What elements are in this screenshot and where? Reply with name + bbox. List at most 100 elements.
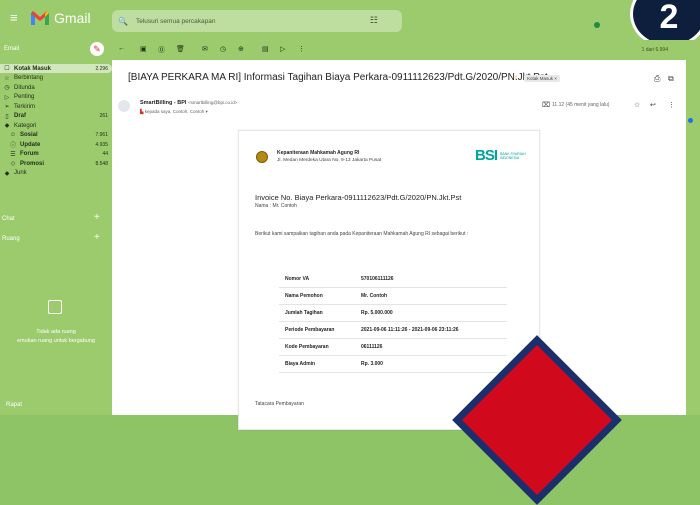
bsi-subtitle: BANK SYARIAH INDONESIA	[500, 151, 526, 160]
recipients-line[interactable]: ▙ kepada saya, Contoh, Contoh ▾	[140, 109, 208, 115]
send-icon: ➢	[4, 104, 10, 110]
more-icon[interactable]: ⋮	[668, 101, 675, 109]
step-number: 2	[659, 0, 679, 36]
invoice-row-value: Mr. Contoh	[361, 293, 388, 299]
sidebar-item[interactable]: ☐ Kotak Masuk 2.296	[0, 64, 112, 73]
search-input[interactable]	[135, 17, 356, 25]
payment-instructions-heading: Tatacara Pembayaran	[255, 401, 304, 407]
tasks-icon[interactable]	[688, 118, 693, 123]
social-icon: ☺	[9, 132, 17, 138]
sidebar-item-count: 2.296	[95, 65, 108, 72]
pencil-icon: ✎	[93, 44, 101, 54]
find-rooms-link[interactable]: emukan ruang untuk bergabung	[0, 337, 112, 346]
invoice-row-value: Rp. 5.000.000	[361, 310, 393, 316]
invoice-row-key: Nama Pemohon	[285, 293, 323, 299]
junk-icon: ◆	[4, 170, 10, 177]
invoice-row-value: 06111126	[361, 344, 383, 350]
invoice-row-key: Jumlah Tagihan	[285, 310, 323, 316]
top-bar: ≡ Gmail 🔍 ☷ 2	[0, 0, 700, 48]
sidebar-item[interactable]: ☆ Berbintang	[0, 74, 112, 83]
rooms-section-label: Ruang	[2, 236, 20, 242]
sidebar-item-count: 44	[102, 151, 108, 157]
sidebar-item[interactable]: ⓘ Update 4.935	[0, 140, 112, 150]
sender-name[interactable]: SmartBilling - BPI	[140, 100, 186, 106]
invoice-name: Nama : Mr. Contoh	[255, 203, 297, 209]
invoice-row: Nama Pemohon Mr. Contoh	[279, 288, 507, 305]
invoice-row: Biaya Admin Rp. 3.000	[279, 356, 507, 373]
sidebar-item-label: Kotak Masuk	[14, 65, 52, 72]
sidebar-item[interactable]: ◆ Kategori	[0, 121, 112, 130]
bsi-mark: BSI	[475, 147, 498, 164]
move-to-icon[interactable]: ▤	[262, 45, 269, 53]
add-task-icon[interactable]: ⊕	[238, 45, 244, 53]
org-address: Jl. Medan Merdeka Utara No. 9-13 Jakarta…	[277, 158, 382, 163]
sidebar-item[interactable]: ➢ Terkirim	[0, 102, 112, 111]
invoice-row: Kode Pembayaran 06111126	[279, 339, 507, 356]
sidebar-item[interactable]: ◇ Promosi 8.548	[0, 159, 112, 168]
clock-icon: ◷	[4, 85, 10, 91]
invoice-row-value: Rp. 3.000	[361, 361, 383, 367]
inbox-icon: ☐	[4, 66, 10, 72]
add-room-button[interactable]: +	[94, 232, 100, 243]
delete-icon[interactable]: 🗑	[176, 45, 185, 53]
invoice-title: Invoice No. Biaya Perkara-0911112623/Pdt…	[255, 193, 462, 202]
sidebar-item-label: Junk	[14, 170, 27, 176]
main-pane: ← ▣ ⓪ 🗑 ✉ ◷ ⊕ ▤ ▷ ⋮ 1 dari 6.994 [BIAYA …	[112, 40, 686, 430]
sender-line: SmartBilling - BPI <smartbilling@bpi.co.…	[140, 100, 237, 106]
sidebar-item[interactable]: ☰ Forum 44	[0, 150, 112, 159]
gmail-app: ≡ Gmail 🔍 ☷ 2 Email ✎ ☐ Kotak Masuk 2.296 ☆…	[0, 0, 700, 505]
chat-section-label: Chat	[2, 216, 15, 222]
sidebar-item-label: Penting	[14, 94, 35, 100]
star-icon[interactable]: ☆	[634, 101, 640, 109]
invoice-row: Jumlah Tagihan Rp. 5.000.000	[279, 305, 507, 322]
meet-section-label: Rapat	[6, 402, 23, 408]
sidebar-item[interactable]: ▷ Penting	[0, 93, 112, 102]
draft-icon: ▯	[5, 113, 9, 120]
archive-icon[interactable]: ▣	[140, 45, 147, 53]
org-name: Kepaniteraan Mahkamah Agung RI	[277, 150, 360, 156]
rooms-empty-text: Tidak ada ruang	[36, 329, 76, 335]
inbox-label-chip[interactable]: Kotak Masuk ×	[524, 75, 560, 82]
sidebar-item[interactable]: ◆ Junk	[0, 169, 112, 178]
rooms-empty-icon	[48, 300, 62, 314]
pager-text: 1 dari 6.994	[641, 47, 668, 53]
report-spam-icon[interactable]: ⓪	[158, 45, 165, 55]
invoice-row-key: Biaya Admin	[285, 361, 316, 367]
email-time: 11.12 (45 menit yang lalu)	[552, 102, 610, 108]
mark-unread-icon[interactable]: ✉	[202, 45, 208, 53]
sidebar-item-count: 8.548	[95, 160, 108, 167]
back-arrow-icon[interactable]: ←	[118, 45, 125, 52]
open-new-window-icon[interactable]: ⧉	[668, 74, 674, 84]
compose-button[interactable]: ✎	[90, 42, 104, 56]
more-options-icon[interactable]: ⋮	[298, 45, 305, 53]
search-bar[interactable]: 🔍 ☷	[112, 10, 402, 32]
print-icon[interactable]: ⎙	[654, 74, 660, 84]
sidebar-item[interactable]: ☺ Sosial 7.961	[0, 131, 112, 140]
label-icon[interactable]: ▷	[280, 45, 285, 53]
sidebar: Email ✎ ☐ Kotak Masuk 2.296 ☆ Berbintang ◷ Dit…	[0, 40, 112, 415]
gmail-m-icon	[31, 11, 49, 25]
sidebar-item-label: Kategori	[14, 122, 37, 129]
sidebar-item-label: Sosial	[20, 132, 38, 138]
recipients-text: kepada saya, Contoh, Contoh ▾	[144, 109, 208, 114]
add-chat-button[interactable]: +	[94, 212, 100, 223]
star-icon: ☆	[4, 75, 10, 82]
sidebar-item[interactable]: ▯ Draf 261	[0, 112, 112, 121]
reply-icon[interactable]: ↩	[650, 101, 656, 109]
sidebar-item[interactable]: ◷ Ditunda	[0, 83, 112, 92]
info-icon: ⓘ	[9, 143, 16, 149]
search-icon[interactable]: 🔍	[118, 17, 128, 26]
important-marker-icon[interactable]: »	[514, 74, 518, 81]
gmail-logo[interactable]: Gmail	[30, 10, 91, 26]
sidebar-item-count: 4.935	[95, 141, 108, 148]
invoice-intro: Berikut kami sampaikan tagihan anda pada…	[255, 231, 469, 237]
side-panel-rail	[686, 40, 700, 415]
menu-icon[interactable]: ≡	[10, 11, 24, 24]
snooze-icon[interactable]: ◷	[220, 45, 226, 53]
sender-avatar[interactable]	[118, 100, 130, 112]
search-options-icon[interactable]: ☷	[370, 15, 378, 26]
status-dot[interactable]	[594, 22, 600, 28]
rooms-empty-state: Tidak ada ruang emukan ruang untuk berga…	[0, 328, 112, 346]
promo-icon: ◇	[10, 161, 16, 167]
invoice-row: Nomor VA 570106111126	[279, 271, 507, 288]
